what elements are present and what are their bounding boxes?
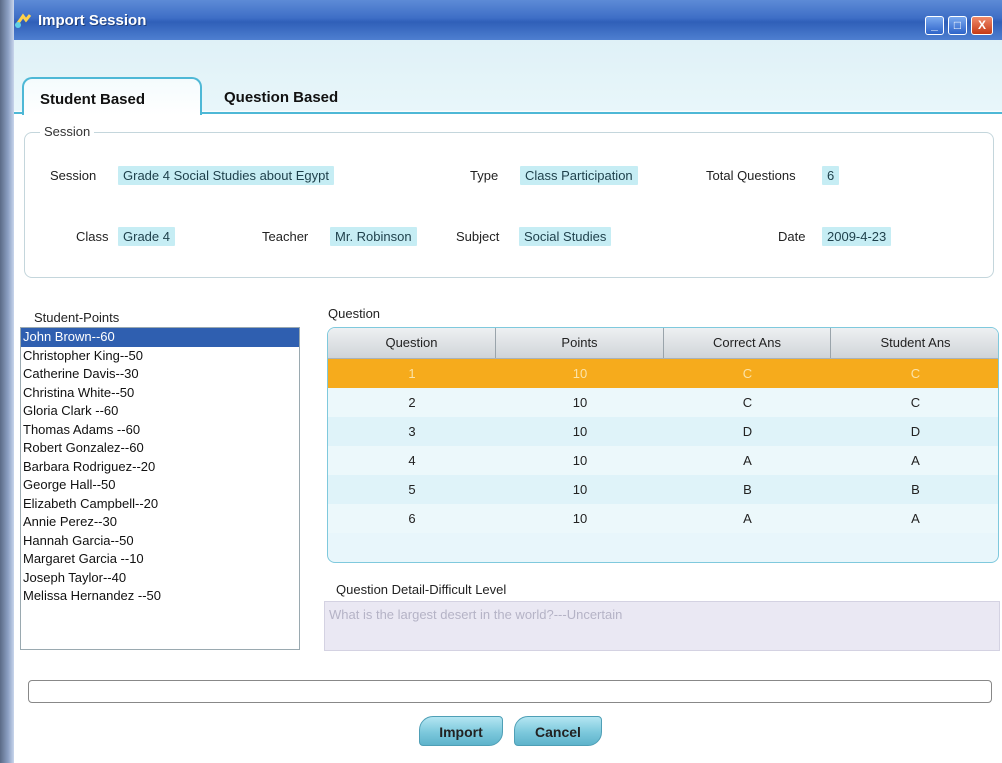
student-points-label: Student-Points <box>34 310 120 325</box>
list-item[interactable]: Annie Perez--30 <box>21 513 299 532</box>
window-frame <box>0 0 14 763</box>
list-item[interactable]: Elizabeth Campbell--20 <box>21 495 299 514</box>
import-session-window: Import Session _ □ X Student Based Quest… <box>0 0 1002 763</box>
teacher-label: Teacher <box>262 229 309 244</box>
question-detail-label: Question Detail-Difficult Level <box>336 582 507 597</box>
list-item[interactable]: Joseph Taylor--40 <box>21 569 299 588</box>
type-label: Type <box>470 168 499 183</box>
table-row[interactable]: 4 10 A A <box>328 446 998 475</box>
list-item[interactable]: Thomas Adams --60 <box>21 421 299 440</box>
tab-question-based[interactable]: Question Based <box>224 77 394 115</box>
cancel-button[interactable]: Cancel <box>514 716 602 746</box>
minimize-button[interactable]: _ <box>925 16 944 35</box>
column-header-student-ans[interactable]: Student Ans <box>831 328 998 358</box>
list-item[interactable]: Christopher King--50 <box>21 347 299 366</box>
session-group <box>24 132 994 278</box>
table-row[interactable]: 3 10 D D <box>328 417 998 446</box>
cell-points: 10 <box>572 424 588 439</box>
list-item[interactable]: John Brown--60 <box>21 328 299 347</box>
table-row[interactable]: 6 10 A A <box>328 504 998 533</box>
close-button[interactable]: X <box>971 16 993 35</box>
list-item[interactable]: Hannah Garcia--50 <box>21 532 299 551</box>
progress-bar <box>28 680 992 703</box>
list-item[interactable]: Margaret Garcia --10 <box>21 550 299 569</box>
type-value: Class Participation <box>520 166 638 185</box>
cell-points: 10 <box>572 366 588 381</box>
total-questions-label: Total Questions <box>706 168 796 183</box>
cell-points: 10 <box>572 453 588 468</box>
list-item[interactable]: Robert Gonzalez--60 <box>21 439 299 458</box>
class-value: Grade 4 <box>118 227 175 246</box>
cell-student-ans: B <box>911 482 920 497</box>
cell-question: 1 <box>408 366 416 381</box>
window-title: Import Session <box>38 12 147 29</box>
cell-student-ans: A <box>911 511 920 526</box>
question-section-label: Question <box>328 306 381 321</box>
cell-question: 3 <box>408 424 416 439</box>
cell-correct-ans: C <box>742 366 753 381</box>
cell-correct-ans: B <box>743 482 752 497</box>
question-detail-field[interactable]: What is the largest desert in the world?… <box>324 601 1000 651</box>
column-header-correct-ans[interactable]: Correct Ans <box>664 328 831 358</box>
cell-points: 10 <box>572 395 588 410</box>
session-value: Grade 4 Social Studies about Egypt <box>118 166 334 185</box>
column-header-points[interactable]: Points <box>496 328 664 358</box>
table-row[interactable]: 1 10 C C <box>328 359 998 388</box>
list-item[interactable]: Catherine Davis--30 <box>21 365 299 384</box>
subject-label: Subject <box>456 229 500 244</box>
cell-student-ans: A <box>911 453 920 468</box>
cell-question: 2 <box>408 395 416 410</box>
table-row[interactable]: 2 10 C C <box>328 388 998 417</box>
list-item[interactable]: Gloria Clark --60 <box>21 402 299 421</box>
class-label: Class <box>76 229 109 244</box>
list-item[interactable]: George Hall--50 <box>21 476 299 495</box>
cell-student-ans: C <box>910 366 921 381</box>
app-icon <box>14 13 32 28</box>
cell-correct-ans: C <box>742 395 753 410</box>
question-table: Question Points Correct Ans Student Ans … <box>327 327 999 563</box>
total-questions-value: 6 <box>822 166 840 185</box>
import-button[interactable]: Import <box>419 716 503 746</box>
maximize-button[interactable]: □ <box>948 16 967 35</box>
tab-divider <box>202 112 1002 114</box>
table-row[interactable]: 5 10 B B <box>328 475 998 504</box>
cell-points: 10 <box>572 511 588 526</box>
cell-correct-ans: D <box>742 424 753 439</box>
cell-question: 5 <box>408 482 416 497</box>
list-item[interactable]: Melissa Hernandez --50 <box>21 587 299 606</box>
table-header: Question Points Correct Ans Student Ans <box>328 328 998 359</box>
cell-correct-ans: A <box>743 511 752 526</box>
list-item[interactable]: Christina White--50 <box>21 384 299 403</box>
cell-correct-ans: A <box>743 453 752 468</box>
subject-value: Social Studies <box>519 227 612 246</box>
cell-question: 4 <box>408 453 416 468</box>
tab-divider <box>14 112 22 114</box>
date-label: Date <box>778 229 806 244</box>
tab-student-based[interactable]: Student Based <box>22 77 202 115</box>
cell-question: 6 <box>408 511 416 526</box>
student-list[interactable]: John Brown--60 Christopher King--50 Cath… <box>20 327 300 650</box>
title-bar[interactable]: Import Session _ □ X <box>0 0 1002 40</box>
cell-student-ans: C <box>910 395 921 410</box>
cell-student-ans: D <box>910 424 921 439</box>
session-legend: Session <box>40 124 95 139</box>
cell-points: 10 <box>572 482 588 497</box>
column-header-question[interactable]: Question <box>328 328 496 358</box>
dialog-body: Student Based Question Based Session Ses… <box>14 40 1002 763</box>
teacher-value: Mr. Robinson <box>330 227 417 246</box>
session-label: Session <box>50 168 97 183</box>
list-item[interactable]: Barbara Rodriguez--20 <box>21 458 299 477</box>
date-value: 2009-4-23 <box>822 227 892 246</box>
